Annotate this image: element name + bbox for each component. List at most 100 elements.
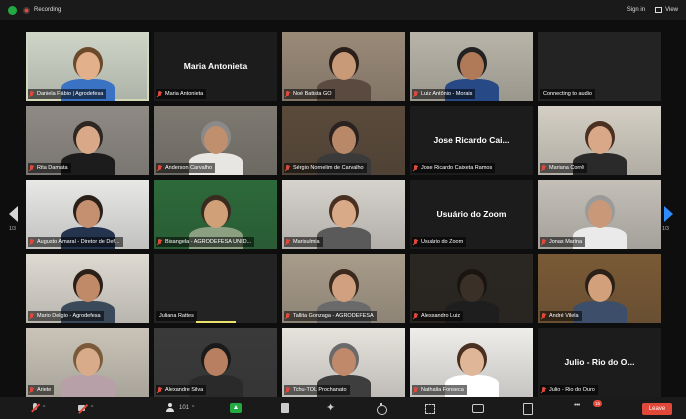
mic-muted-icon (285, 90, 290, 98)
mic-muted-icon (29, 238, 34, 246)
mic-muted-icon (285, 386, 290, 394)
participant-tile[interactable]: Luiz Antônio - Morais (410, 32, 533, 101)
mic-muted-icon (29, 312, 34, 320)
participant-tile[interactable]: Anderson Carvalho (154, 106, 277, 175)
more-button[interactable] (574, 401, 584, 415)
participant-display-name: Usuário do Zoom (436, 208, 507, 219)
caret-icon: ^ (43, 405, 46, 411)
participant-name: Nathalia Fonseca (421, 387, 464, 393)
caret-icon: ^ (91, 405, 94, 411)
participant-tile[interactable]: Connecting to audio (538, 32, 661, 101)
participant-tile[interactable]: Daniela Fábio | Agrodefesa (26, 32, 149, 101)
participant-tile[interactable]: Julio - Rio do O... Julio - Rio do Ouro (538, 328, 661, 397)
participant-name-label: Maria Antonieta (156, 89, 207, 99)
participant-tile[interactable]: Alessandro Luiz (410, 254, 533, 323)
participant-tile[interactable]: Tchu-TOL Prochanato (282, 328, 405, 397)
participant-tile[interactable]: André Vilela (538, 254, 661, 323)
participant-tile[interactable]: Rita Damata (26, 106, 149, 175)
participant-tile[interactable]: Mariana Corrê (538, 106, 661, 175)
participant-tile[interactable]: Jose Ricardo Cai... Jose Ricardo Caixeta … (410, 106, 533, 175)
ai-companion-button[interactable] (326, 401, 336, 415)
chat-icon (472, 403, 484, 413)
participant-name: Bisangela - AGRODEFESA UNID... (165, 239, 252, 245)
gallery-grid: Daniela Fábio | Agrodefesa Maria Antoniet… (26, 32, 663, 397)
mic-muted-icon (157, 164, 162, 172)
participant-silhouette (53, 337, 123, 397)
participant-tile[interactable]: Noé Batista GO (282, 32, 405, 101)
participant-name-label: Alexandre Silva (156, 385, 207, 395)
participants-button[interactable]: 101 ^ (166, 401, 194, 415)
participant-name: Alexandre Silva (165, 387, 204, 393)
share-screen-button[interactable] (230, 401, 242, 415)
speaking-indicator (196, 321, 236, 323)
next-page-arrow-icon[interactable] (664, 206, 673, 222)
leave-button[interactable]: Leave (642, 403, 672, 415)
participant-tile[interactable]: Jonas Marina (538, 180, 661, 249)
participant-tile[interactable]: Nathalia Fonseca (410, 328, 533, 397)
apps-button[interactable] (376, 401, 387, 415)
participant-name: Mariana Corrê (549, 165, 585, 171)
signin-link[interactable]: Sign in (627, 7, 645, 13)
participant-name-label: Augusto Amaral - Diretor de Def... (28, 237, 123, 247)
participant-name: Marisulmia (293, 239, 320, 245)
participant-name: Luiz Antônio - Morais (421, 91, 473, 97)
camera-off-icon (78, 403, 88, 413)
participants-icon (166, 403, 176, 413)
expand-icon (424, 403, 435, 414)
meeting-toolbar: ^ ^ 101^ 15 Leave (0, 397, 686, 419)
participant-name: Mario Delgio - Agrodefesa (37, 313, 101, 319)
participant-tile[interactable]: Ariete (26, 328, 149, 397)
recording-label: Recording (34, 7, 62, 13)
participant-name: Jonas Marina (549, 239, 583, 245)
participant-name-label: Luiz Antônio - Morais (412, 89, 476, 99)
participant-name: Ariete (37, 387, 52, 393)
participant-name: Jose Ricardo Caixeta Ramos (421, 165, 493, 171)
participants-count: 101 (179, 405, 190, 411)
page-indicator-right: 1/3 (662, 226, 669, 232)
participant-tile[interactable]: Maria Antonieta Maria Antonieta (154, 32, 277, 101)
participant-name-label: André Vilela (540, 311, 582, 321)
notes-button[interactable] (522, 401, 533, 415)
mic-muted-icon (157, 90, 162, 98)
grid-view-icon (655, 7, 663, 13)
participant-tile[interactable]: Marisulmia (282, 180, 405, 249)
participant-tile[interactable]: Bisangela - AGRODEFESA UNID... (154, 180, 277, 249)
mute-button[interactable]: ^ (30, 401, 45, 415)
participant-tile[interactable]: Alexandre Silva (154, 328, 277, 397)
participant-tile[interactable]: Usuário do Zoom Usuário do Zoom (410, 180, 533, 249)
mic-muted-icon (413, 312, 418, 320)
mic-muted-icon (29, 386, 34, 394)
participant-name-label: Jose Ricardo Caixeta Ramos (412, 163, 496, 173)
view-button[interactable]: View (655, 7, 678, 13)
participant-name: Connecting to audio (543, 91, 592, 97)
reactions-button[interactable] (424, 401, 435, 415)
participant-tile[interactable]: Augusto Amaral - Diretor de Def... (26, 180, 149, 249)
participant-tile[interactable]: Juliana Rattes (154, 254, 277, 323)
mic-muted-icon (285, 312, 290, 320)
participant-tile[interactable]: Tallita Gonzaga - AGRODEFESA (282, 254, 405, 323)
mic-muted-icon (541, 386, 546, 394)
apps-icon (376, 403, 387, 415)
chat-button[interactable] (472, 401, 484, 415)
participant-name: Daniela Fábio | Agrodefesa (37, 91, 104, 97)
notification-badge: 15 (593, 400, 602, 407)
participant-name: Rita Damata (37, 165, 68, 171)
mic-muted-icon (29, 90, 34, 98)
participant-display-name: Maria Antonieta (183, 60, 248, 71)
participant-name-label: Rita Damata (28, 163, 71, 173)
mic-muted-icon (29, 164, 34, 172)
previous-page-arrow-icon[interactable] (9, 206, 18, 222)
participant-name: Anderson Carvalho (165, 165, 213, 171)
share-screen-icon (230, 403, 242, 413)
participant-name: Alessandro Luiz (421, 313, 461, 319)
participant-name-label: Alessandro Luiz (412, 311, 464, 321)
security-shield-icon[interactable] (8, 5, 17, 15)
start-video-button[interactable]: ^ (78, 401, 93, 415)
summary-button[interactable] (280, 401, 290, 415)
participant-name: André Vilela (549, 313, 579, 319)
participant-tile[interactable]: Sérgio Nornelim de Carvalho (282, 106, 405, 175)
participant-name-label: Juliana Rattes (156, 311, 197, 321)
participant-name: Tchu-TOL Prochanato (293, 387, 347, 393)
participant-name-label: Mario Delgio - Agrodefesa (28, 311, 104, 321)
participant-tile[interactable]: Mario Delgio - Agrodefesa (26, 254, 149, 323)
